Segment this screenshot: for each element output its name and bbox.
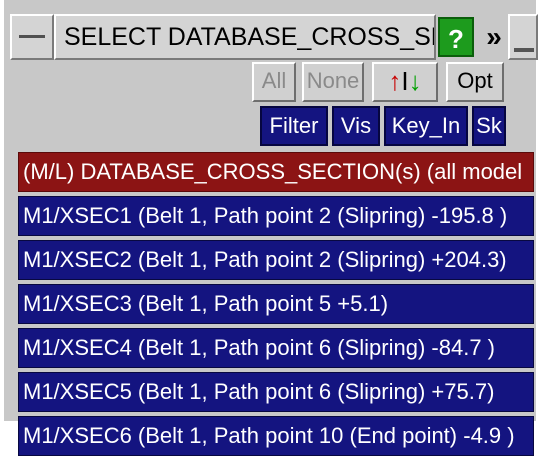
help-button[interactable]: ? [438,17,474,57]
list-item[interactable]: M1/XSEC3 (Belt 1, Path point 5 +5.1) [18,284,534,324]
options-button[interactable]: Opt [446,62,504,102]
sort-down-arrow-icon: ↓ [408,66,422,96]
minimize-icon [19,35,45,38]
key-in-button[interactable]: Key_In [384,106,468,146]
minimize-button[interactable] [10,14,54,60]
sketch-button[interactable]: Sk [472,106,506,146]
vis-button[interactable]: Vis [332,106,380,146]
maximize-button[interactable] [508,14,538,60]
sort-separator: I [401,66,409,96]
select-all-button[interactable]: All [252,62,296,102]
list-item[interactable]: M1/XSEC1 (Belt 1, Path point 2 (Slipring… [18,196,534,236]
sort-order-button[interactable]: ↑I↓ [372,62,438,102]
list-item[interactable]: M1/XSEC2 (Belt 1, Path point 2 (Slipring… [18,240,534,280]
list-item[interactable]: M1/XSEC5 (Belt 1, Path point 6 (Slipring… [18,372,534,412]
window-title: SELECT DATABASE_CROSS_SECTI [54,14,436,60]
list-item[interactable]: M1/XSEC4 (Belt 1, Path point 6 (Slipring… [18,328,534,368]
maximize-icon [514,48,534,52]
title-bar: SELECT DATABASE_CROSS_SECTI ? » [10,14,538,60]
filter-button[interactable]: Filter [260,106,328,146]
select-database-cross-section-panel: SELECT DATABASE_CROSS_SECTI ? » All None… [4,0,538,456]
list-item[interactable]: M1/XSEC6 (Belt 1, Path point 10 (End poi… [18,416,534,456]
list-header-all-models[interactable]: (M/L) DATABASE_CROSS_SECTION(s) (all mod… [18,152,534,192]
cross-section-list: (M/L) DATABASE_CROSS_SECTION(s) (all mod… [18,152,534,460]
more-options-icon[interactable]: » [476,20,506,54]
sort-up-arrow-icon: ↑ [388,66,402,96]
select-none-button[interactable]: None [302,62,364,102]
